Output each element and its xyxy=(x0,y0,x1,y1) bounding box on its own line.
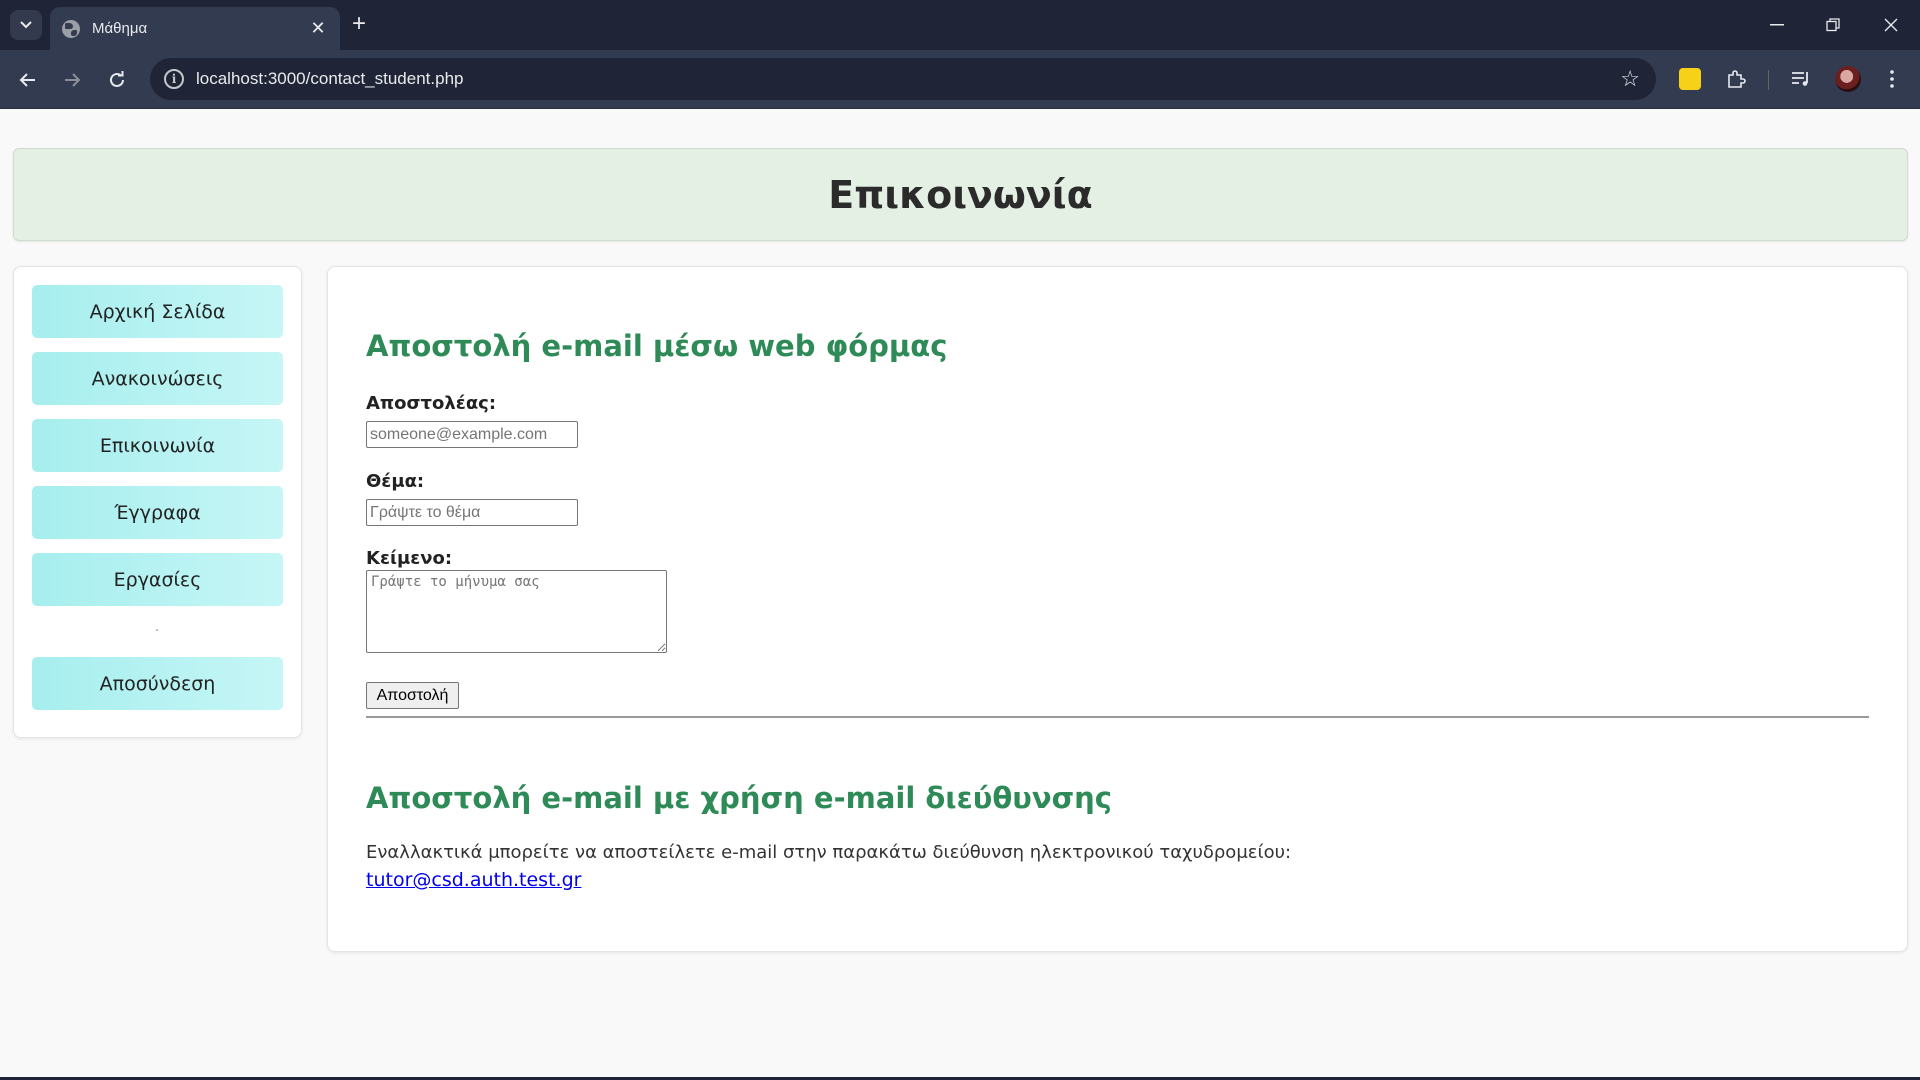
restore-icon xyxy=(1826,18,1840,32)
message-label: Κείμενο: xyxy=(366,548,453,569)
main-content: Αποστολή e-mail μέσω web φόρμας Αποστολέ… xyxy=(327,266,1908,952)
sender-email-input[interactable] xyxy=(366,421,578,448)
puzzle-icon xyxy=(1728,70,1746,88)
chevron-down-icon xyxy=(20,21,32,29)
page-title: Επικοινωνία xyxy=(828,172,1093,217)
arrow-right-icon xyxy=(65,73,81,87)
globe-icon xyxy=(62,19,80,38)
browser-menu-button[interactable] xyxy=(1880,67,1904,91)
tutor-email-link[interactable]: tutor@csd.auth.test.gr xyxy=(366,869,581,891)
arrow-left-icon xyxy=(19,73,35,87)
tab-title: Μάθημα xyxy=(92,20,148,37)
sidebar-item-announcements[interactable]: Ανακοινώσεις xyxy=(32,352,283,405)
web-page: Επικοινωνία Αρχική Σελίδα Ανακοινώσεις Ε… xyxy=(0,109,1920,1077)
extension-icon xyxy=(1679,68,1701,90)
extensions-button[interactable] xyxy=(1724,67,1748,91)
forward-button[interactable] xyxy=(58,66,86,94)
sidebar-item-contact[interactable]: Επικοινωνία xyxy=(32,419,283,472)
sidebar-item-assignments[interactable]: Εργασίες xyxy=(32,553,283,606)
url-text: localhost:3000/contact_student.php xyxy=(196,69,464,88)
page-header: Επικοινωνία xyxy=(13,148,1908,241)
minimize-button[interactable] xyxy=(1762,12,1792,38)
close-icon xyxy=(1884,18,1898,32)
close-tab-icon[interactable]: ✕ xyxy=(308,18,328,39)
sidebar-item-home[interactable]: Αρχική Σελίδα xyxy=(32,285,283,338)
send-button[interactable]: Αποστολή xyxy=(366,682,459,709)
extension-yellow-button[interactable] xyxy=(1678,67,1702,91)
section-divider xyxy=(366,716,1869,718)
reload-button[interactable] xyxy=(103,66,131,94)
more-vertical-icon xyxy=(1890,70,1894,88)
subject-label: Θέμα: xyxy=(366,471,425,492)
sidebar-nav: Αρχική Σελίδα Ανακοινώσεις Επικοινωνία Έ… xyxy=(13,266,302,738)
playlist-icon xyxy=(1792,72,1808,86)
browser-tab[interactable]: Μάθημα ✕ xyxy=(50,7,340,50)
sidebar-item-documents[interactable]: Έγγραφα xyxy=(32,486,283,539)
reload-icon xyxy=(110,71,124,87)
email-section-description: Εναλλακτικά μπορείτε να αποστείλετε e-ma… xyxy=(366,842,1292,863)
new-tab-button[interactable]: + xyxy=(352,12,366,36)
message-textarea[interactable] xyxy=(366,570,667,653)
subject-input[interactable] xyxy=(366,499,578,526)
site-info-icon[interactable]: i xyxy=(164,69,184,89)
sidebar-divider-dot xyxy=(156,629,158,631)
email-section-title: Αποστολή e-mail με χρήση e-mail διεύθυνσ… xyxy=(366,781,1112,815)
browser-toolbar: i localhost:3000/contact_student.php ☆ xyxy=(0,50,1920,109)
tab-search-button[interactable] xyxy=(10,10,42,40)
web-form-section-title: Αποστολή e-mail μέσω web φόρμας xyxy=(366,329,948,363)
profile-avatar[interactable] xyxy=(1835,66,1861,92)
minimize-icon xyxy=(1770,24,1784,26)
bookmark-star-icon[interactable]: ☆ xyxy=(1620,66,1640,92)
toolbar-separator xyxy=(1768,70,1769,90)
back-button[interactable] xyxy=(14,66,42,94)
restore-button[interactable] xyxy=(1818,12,1848,38)
browser-tab-strip: Μάθημα ✕ + xyxy=(0,0,1920,50)
address-bar[interactable]: i localhost:3000/contact_student.php ☆ xyxy=(150,58,1656,100)
media-controls-button[interactable] xyxy=(1789,67,1813,91)
close-window-button[interactable] xyxy=(1876,12,1906,38)
logout-button[interactable]: Αποσύνδεση xyxy=(32,657,283,710)
sender-label: Αποστολέας: xyxy=(366,393,497,414)
